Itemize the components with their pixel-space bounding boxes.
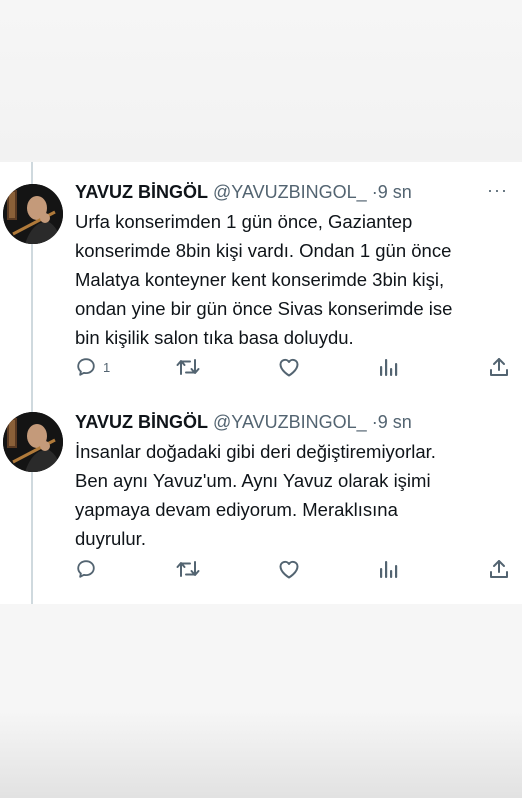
tweet-actions: 1: [75, 355, 515, 379]
timestamp[interactable]: 9 sn: [378, 182, 412, 202]
tweet-text-line: yapmaya devam ediyorum. Meraklısına: [75, 499, 398, 520]
author-handle[interactable]: @YAVUZBINGOL_: [213, 182, 367, 202]
views-icon: [380, 561, 398, 578]
tweet-1[interactable]: YAVUZ BİNGÖL @YAVUZBINGOL_ ·9 sn ··· Urf…: [0, 162, 522, 392]
tweet-text-line: ondan yine bir gün önce Sivas konserimde…: [75, 298, 453, 319]
author-name[interactable]: YAVUZ BİNGÖL: [75, 412, 208, 432]
reply-icon: [77, 560, 95, 578]
avatar[interactable]: [3, 184, 63, 244]
retweet-icon: [176, 359, 200, 375]
share-button[interactable]: [488, 557, 510, 581]
reply-icon: [77, 358, 95, 376]
share-button[interactable]: [488, 355, 510, 379]
tweet-text-line: Malatya konteyner kent konserimde 3bin k…: [75, 269, 445, 290]
tweet-text-line: Urfa konserimden 1 gün önce, Gaziantep: [75, 211, 413, 232]
tweet-thread: YAVUZ BİNGÖL @YAVUZBINGOL_ ·9 sn ··· Urf…: [0, 162, 522, 604]
timestamp[interactable]: 9 sn: [378, 412, 412, 432]
tweet-header: YAVUZ BİNGÖL @YAVUZBINGOL_ ·9 sn: [75, 181, 412, 203]
tweet-text-line: duyrulur.: [75, 528, 146, 549]
like-button[interactable]: [277, 557, 301, 581]
story-top-background: [0, 0, 522, 160]
retweet-button[interactable]: [175, 355, 201, 379]
like-icon: [279, 560, 299, 579]
reply-button[interactable]: 1: [75, 355, 110, 379]
share-icon: [490, 358, 508, 376]
reply-button[interactable]: [75, 557, 97, 581]
more-options-icon[interactable]: ···: [487, 181, 508, 199]
reply-count: 1: [103, 359, 111, 375]
avatar[interactable]: [3, 412, 63, 472]
tweet-text-line: bin kişilik salon tıka basa doluydu.: [75, 327, 354, 348]
like-icon: [279, 358, 299, 377]
author-handle[interactable]: @YAVUZBINGOL_: [213, 412, 367, 432]
tweet-text-line: İnsanlar doğadaki gibi deri değiştiremiy…: [75, 441, 436, 462]
tweet-actions: [75, 557, 515, 581]
tweet-text-line: konserimde 8bin kişi vardı. Ondan 1 gün …: [75, 240, 452, 261]
retweet-button[interactable]: [175, 557, 201, 581]
views-button[interactable]: [378, 355, 400, 379]
tweet-text: Urfa konserimden 1 gün önce, Gaziantep k…: [75, 207, 515, 352]
retweet-icon: [176, 561, 200, 577]
author-name[interactable]: YAVUZ BİNGÖL: [75, 182, 208, 202]
tweet-text: İnsanlar doğadaki gibi deri değiştiremiy…: [75, 437, 515, 553]
tweet-text-line: Ben aynı Yavuz'um. Aynı Yavuz olarak işi…: [75, 470, 431, 491]
tweet-2[interactable]: YAVUZ BİNGÖL @YAVUZBINGOL_ ·9 sn İnsanla…: [0, 392, 522, 604]
story-bottom-background: [0, 604, 522, 798]
views-icon: [380, 359, 398, 376]
share-icon: [490, 560, 508, 578]
tweet-header: YAVUZ BİNGÖL @YAVUZBINGOL_ ·9 sn: [75, 411, 412, 433]
views-button[interactable]: [378, 557, 400, 581]
like-button[interactable]: [277, 355, 301, 379]
